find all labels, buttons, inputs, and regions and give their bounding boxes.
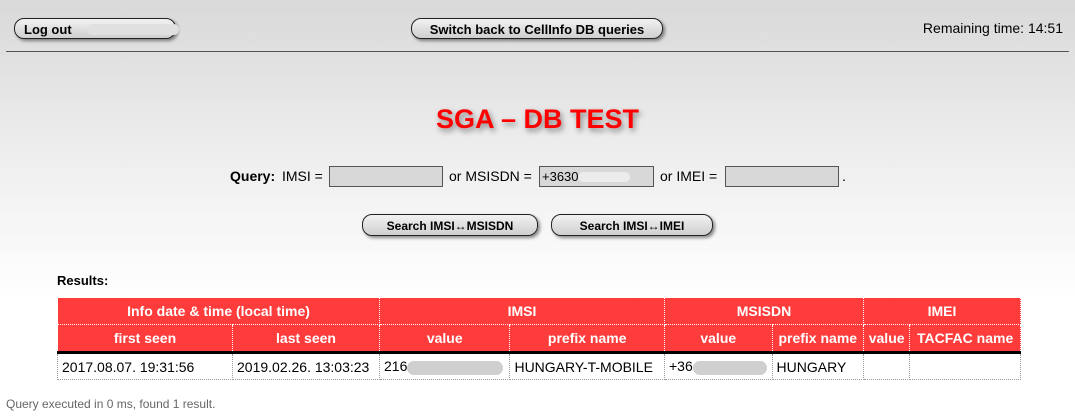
or-imei-label: or IMEI = [660, 168, 718, 184]
cell-imei-value [862, 351, 911, 380]
header-info-date: Info date & time (local time) [57, 297, 380, 325]
cell-imsi-value: 216 [378, 351, 511, 380]
header-last-seen: last seen [232, 324, 380, 353]
cell-msisdn-prefix: HUNGARY [771, 351, 865, 380]
remaining-time: Remaining time: 14:51 [922, 20, 1063, 36]
table-row: 2017.08.07. 19:31:56 2019.02.26. 13:03:2… [57, 351, 1021, 380]
header-tacfac-name: TACFAC name [909, 324, 1021, 353]
cell-imsi-prefix: HUNGARY-T-MOBILE [509, 351, 665, 380]
msisdn-value-text: +36 [669, 358, 693, 375]
header-imsi: IMSI [379, 297, 665, 325]
query-status: Query executed in 0 ms, found 1 result. [6, 397, 216, 411]
imsi-input[interactable] [329, 166, 443, 187]
sub-header-row: first seen last seen value prefix name v… [57, 324, 1021, 353]
redacted-msisdn-cell [692, 360, 767, 375]
group-header-row: Info date & time (local time) IMSI MSISD… [57, 297, 1021, 325]
imsi-label: IMSI = [282, 168, 323, 184]
search-imsi-imei-button[interactable]: Search IMSI↔IMEI [551, 214, 713, 236]
results-label: Results: [57, 273, 109, 288]
header-imsi-prefix: prefix name [509, 324, 665, 353]
header-msisdn-prefix: prefix name [771, 324, 865, 353]
query-label: Query: [230, 168, 276, 184]
redacted-username [87, 24, 179, 35]
imsi-value-text: 216 [384, 358, 408, 375]
header-divider [6, 51, 1069, 52]
cell-last-seen: 2019.02.26. 13:03:23 [232, 351, 380, 380]
or-msisdn-label: or MSISDN = [449, 168, 532, 184]
imei-input[interactable] [725, 166, 839, 187]
header-imsi-value: value [378, 324, 511, 353]
header-msisdn-value: value [664, 324, 773, 353]
logout-label: Log out [24, 22, 72, 37]
header-msisdn: MSISDN [664, 297, 864, 325]
msisdn-input[interactable]: +3630 [539, 166, 654, 187]
header-first-seen: first seen [57, 324, 233, 353]
redacted-msisdn [578, 172, 630, 182]
cell-msisdn-value: +36 [664, 351, 773, 380]
redacted-imsi [407, 360, 504, 375]
search-imsi-msisdn-button[interactable]: Search IMSI↔MSISDN [362, 214, 538, 236]
page-title: SGA – DB TEST [435, 104, 640, 134]
header-imei: IMEI [863, 297, 1021, 325]
logout-button[interactable]: Log out [14, 18, 179, 39]
cell-tacfac-name [909, 351, 1021, 380]
msisdn-value: +3630 [542, 169, 579, 184]
switch-to-cellinfo-button[interactable]: Switch back to CellInfo DB queries [411, 18, 663, 39]
query-trailing-dot: . [842, 168, 846, 184]
results-table: Info date & time (local time) IMSI MSISD… [57, 297, 1021, 380]
header-imei-value: value [862, 324, 911, 353]
cell-first-seen: 2017.08.07. 19:31:56 [57, 351, 233, 380]
